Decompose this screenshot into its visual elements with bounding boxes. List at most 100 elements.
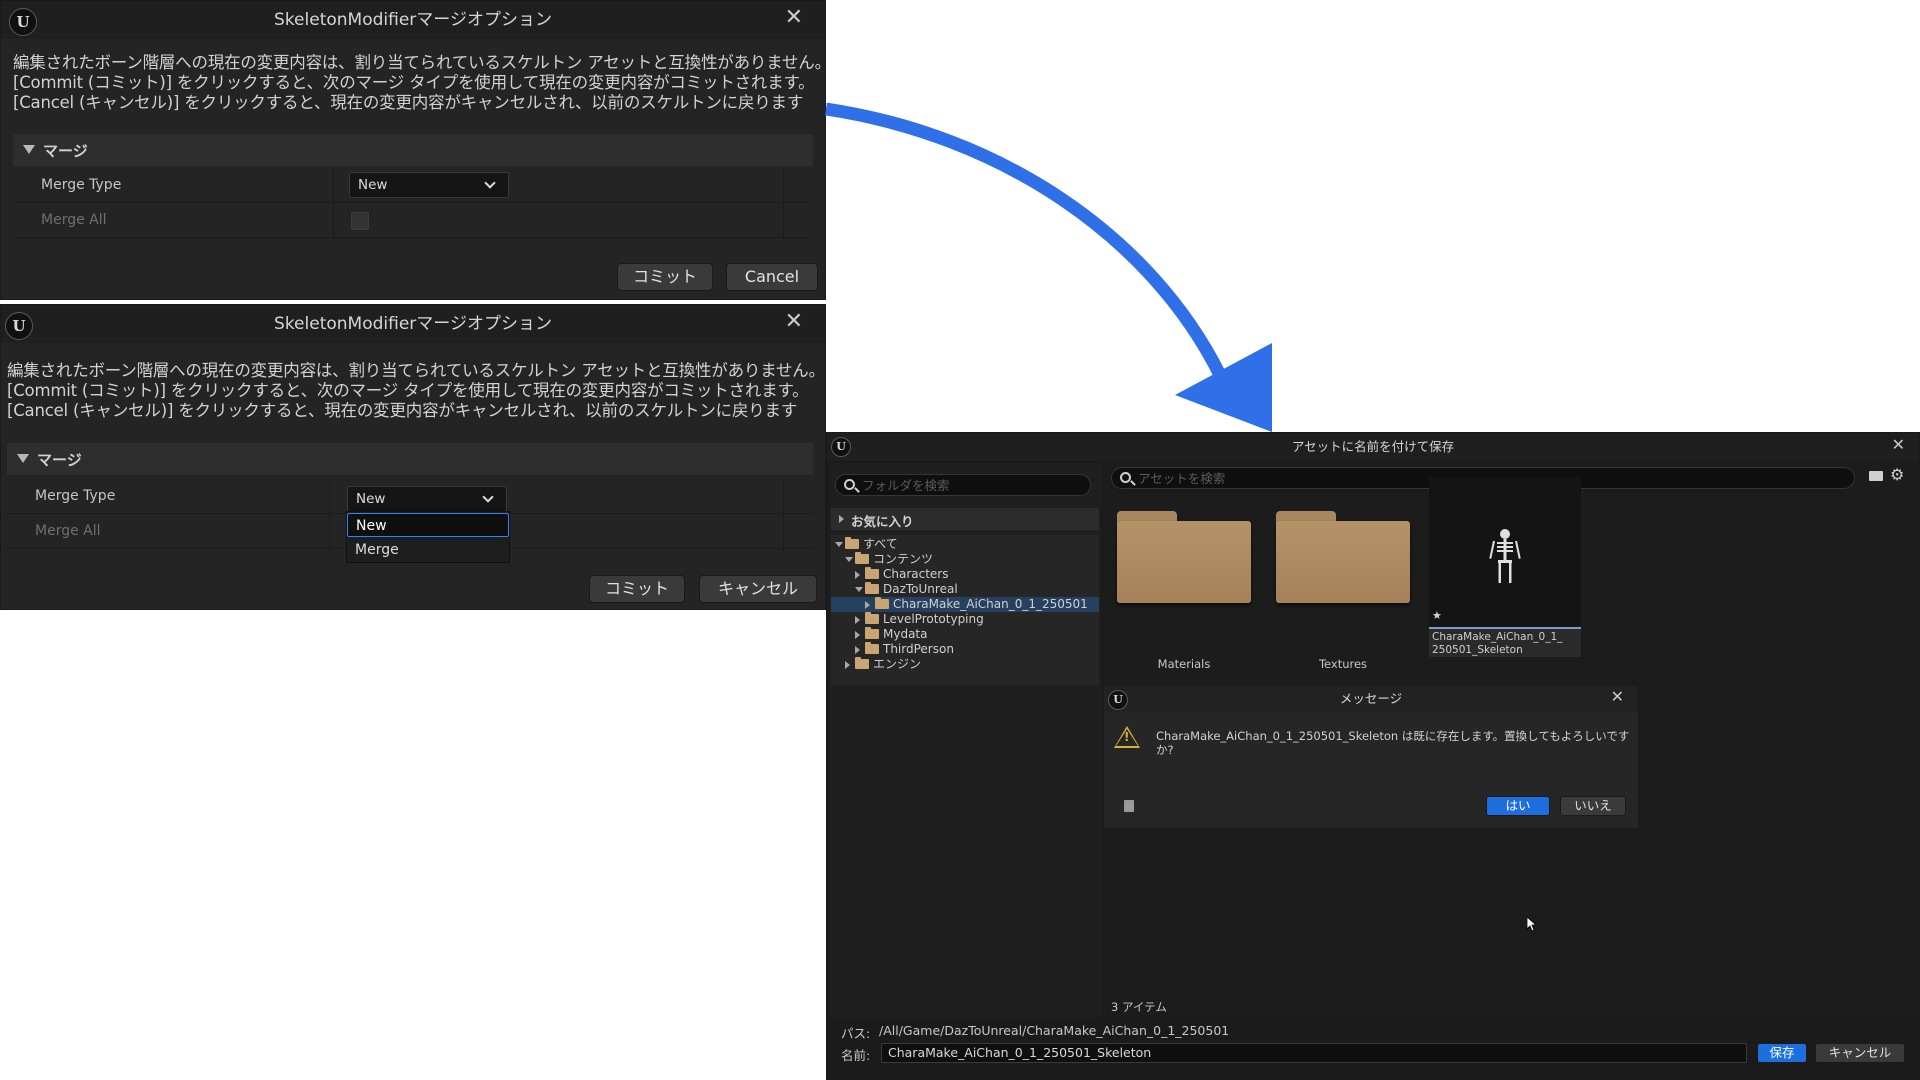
asset-name-input[interactable]: CharaMake_AiChan_0_1_250501_Skeleton bbox=[881, 1043, 1747, 1063]
item-count: 3 アイテム bbox=[1111, 1000, 1167, 1014]
skeleton-icon bbox=[1489, 529, 1521, 583]
merge-all-row: Merge All bbox=[13, 204, 813, 238]
message-text-line: CharaMake_AiChan_0_1_250501_Skeleton は既に… bbox=[1156, 729, 1630, 743]
dialog-titlebar[interactable]: U アセットに名前を付けて保存 ✕ bbox=[827, 433, 1919, 461]
merge-all-label: Merge All bbox=[41, 212, 107, 228]
tree-item-mydata[interactable]: Mydata bbox=[833, 627, 1099, 642]
skeleton-tile-label: 250501_Skeleton bbox=[1432, 644, 1523, 656]
commit-button[interactable]: コミット bbox=[589, 575, 685, 603]
cancel-button[interactable]: キャンセル bbox=[699, 575, 817, 603]
combo-value: New bbox=[358, 177, 388, 193]
tree-item-daztounreal[interactable]: DazToUnreal bbox=[833, 582, 1099, 597]
commit-button[interactable]: コミット bbox=[617, 263, 713, 291]
close-icon[interactable]: ✕ bbox=[785, 7, 803, 29]
no-button[interactable]: いいえ bbox=[1560, 796, 1626, 816]
merge-type-label: Merge Type bbox=[41, 177, 122, 193]
expand-arrow-icon bbox=[855, 646, 860, 654]
merge-type-combo[interactable]: New bbox=[347, 486, 507, 512]
save-asset-dialog: U アセットに名前を付けて保存 ✕ お気に入り すべて コンテンツ Charac… bbox=[826, 432, 1920, 1080]
close-icon[interactable]: ✕ bbox=[1892, 437, 1905, 453]
settings-gear-icon[interactable]: ⚙ bbox=[1890, 467, 1904, 483]
merge-section-header[interactable]: マージ bbox=[7, 443, 813, 475]
folder-icon bbox=[865, 642, 879, 654]
message-text-line: か? bbox=[1156, 743, 1174, 757]
dialog-title: アセットに名前を付けて保存 bbox=[1291, 439, 1455, 454]
close-icon[interactable]: ✕ bbox=[1611, 689, 1624, 705]
tree-label: DazToUnreal bbox=[883, 582, 958, 596]
flow-arrow-curve bbox=[825, 102, 1226, 378]
collapse-arrow-icon bbox=[835, 542, 843, 547]
flow-arrow bbox=[825, 102, 1272, 432]
clipboard-icon[interactable] bbox=[1124, 800, 1134, 812]
tree-label: すべて bbox=[863, 537, 898, 551]
tree-label: CharaMake_AiChan_0_1_250501 bbox=[893, 597, 1088, 611]
chevron-down-icon bbox=[484, 177, 496, 189]
tree-item-charamake[interactable]: CharaMake_AiChan_0_1_250501 bbox=[831, 597, 1099, 612]
expand-arrow-icon bbox=[839, 515, 844, 523]
tree-label: ThirdPerson bbox=[883, 642, 954, 656]
expand-arrow-icon bbox=[855, 616, 860, 624]
folder-tile-materials[interactable] bbox=[1117, 511, 1251, 603]
tree-item-thirdperson[interactable]: ThirdPerson bbox=[833, 642, 1099, 657]
merge-all-checkbox[interactable] bbox=[351, 212, 369, 230]
message-titlebar[interactable]: U メッセージ ✕ bbox=[1104, 686, 1638, 712]
merge-section-header[interactable]: マージ bbox=[13, 134, 813, 166]
new-folder-icon[interactable] bbox=[1869, 471, 1883, 481]
folder-icon bbox=[845, 537, 859, 549]
save-button[interactable]: 保存 bbox=[1757, 1043, 1807, 1063]
merge-type-label: Merge Type bbox=[35, 488, 116, 504]
folder-icon bbox=[855, 552, 869, 564]
tree-item-characters[interactable]: Characters bbox=[833, 567, 1099, 582]
tree-item-levelprototyping[interactable]: LevelPrototyping bbox=[833, 612, 1099, 627]
merge-options-dialog-top: U SkeletonModifierマージオプション ✕ 編集されたボーン階層へ… bbox=[0, 0, 826, 300]
path-value: /All/Game/DazToUnreal/CharaMake_AiChan_0… bbox=[879, 1023, 1230, 1038]
folder-tile-textures[interactable] bbox=[1276, 511, 1410, 603]
tile-label-textures: Textures bbox=[1318, 657, 1368, 671]
skeleton-tile-label: CharaMake_AiChan_0_1_ bbox=[1432, 631, 1563, 643]
tree-label: コンテンツ bbox=[873, 552, 934, 566]
merge-type-dropdown-list: New Merge bbox=[346, 511, 510, 563]
collapse-triangle-icon bbox=[17, 454, 29, 463]
tree-label: Characters bbox=[883, 567, 949, 581]
dialog-titlebar[interactable]: U SkeletonModifierマージオプション ✕ bbox=[1, 305, 825, 343]
skeleton-asset-tile[interactable]: ★ CharaMake_AiChan_0_1_ 250501_Skeleton bbox=[1429, 477, 1581, 657]
dialog-title: SkeletonModifierマージオプション bbox=[274, 10, 552, 30]
favorites-header[interactable]: お気に入り bbox=[831, 508, 1099, 530]
dropdown-option-new[interactable]: New bbox=[347, 513, 509, 537]
tree-item-content[interactable]: コンテンツ bbox=[833, 552, 1099, 567]
folder-search-box[interactable] bbox=[835, 474, 1091, 496]
expand-arrow-icon bbox=[855, 631, 860, 639]
search-icon bbox=[1120, 472, 1131, 483]
cancel-button[interactable]: Cancel bbox=[726, 263, 818, 291]
dropdown-option-merge[interactable]: Merge bbox=[347, 538, 509, 562]
favorites-label: お気に入り bbox=[851, 514, 914, 529]
favorite-star-icon[interactable]: ★ bbox=[1432, 609, 1442, 622]
folder-icon bbox=[865, 567, 879, 579]
merge-options-dialog-bottom: U SkeletonModifierマージオプション ✕ 編集されたボーン階層へ… bbox=[0, 304, 826, 610]
tree-item-engine[interactable]: エンジン bbox=[833, 657, 1099, 672]
collapse-arrow-icon bbox=[855, 587, 863, 592]
flow-arrow-head bbox=[1175, 343, 1272, 432]
merge-type-combo[interactable]: New bbox=[349, 172, 509, 198]
folder-icon bbox=[865, 582, 879, 594]
yes-button[interactable]: はい bbox=[1486, 796, 1550, 816]
collapse-triangle-icon bbox=[23, 145, 35, 154]
merge-type-row: Merge Type New bbox=[7, 480, 813, 514]
folder-icon bbox=[875, 597, 889, 609]
expand-arrow-icon bbox=[855, 571, 860, 579]
dialog-message-line: [Cancel (キャンセル)] をクリックすると、現在の変更内容がキャンセルさ… bbox=[7, 401, 798, 420]
folder-icon bbox=[865, 627, 879, 639]
column-divider bbox=[783, 169, 784, 239]
merge-all-label: Merge All bbox=[35, 523, 101, 539]
folder-search-input[interactable] bbox=[862, 476, 1066, 494]
tree-label: Mydata bbox=[883, 627, 928, 641]
tree-item-all[interactable]: すべて bbox=[833, 537, 1099, 552]
column-divider bbox=[333, 169, 334, 239]
mouse-cursor-icon bbox=[1527, 917, 1537, 931]
section-label: マージ bbox=[43, 142, 88, 160]
cancel-button[interactable]: キャンセル bbox=[1815, 1043, 1905, 1063]
dialog-title: SkeletonModifierマージオプション bbox=[274, 314, 552, 334]
dialog-titlebar[interactable]: U SkeletonModifierマージオプション ✕ bbox=[1, 1, 825, 39]
close-icon[interactable]: ✕ bbox=[785, 311, 803, 333]
tree-label: エンジン bbox=[873, 657, 922, 671]
